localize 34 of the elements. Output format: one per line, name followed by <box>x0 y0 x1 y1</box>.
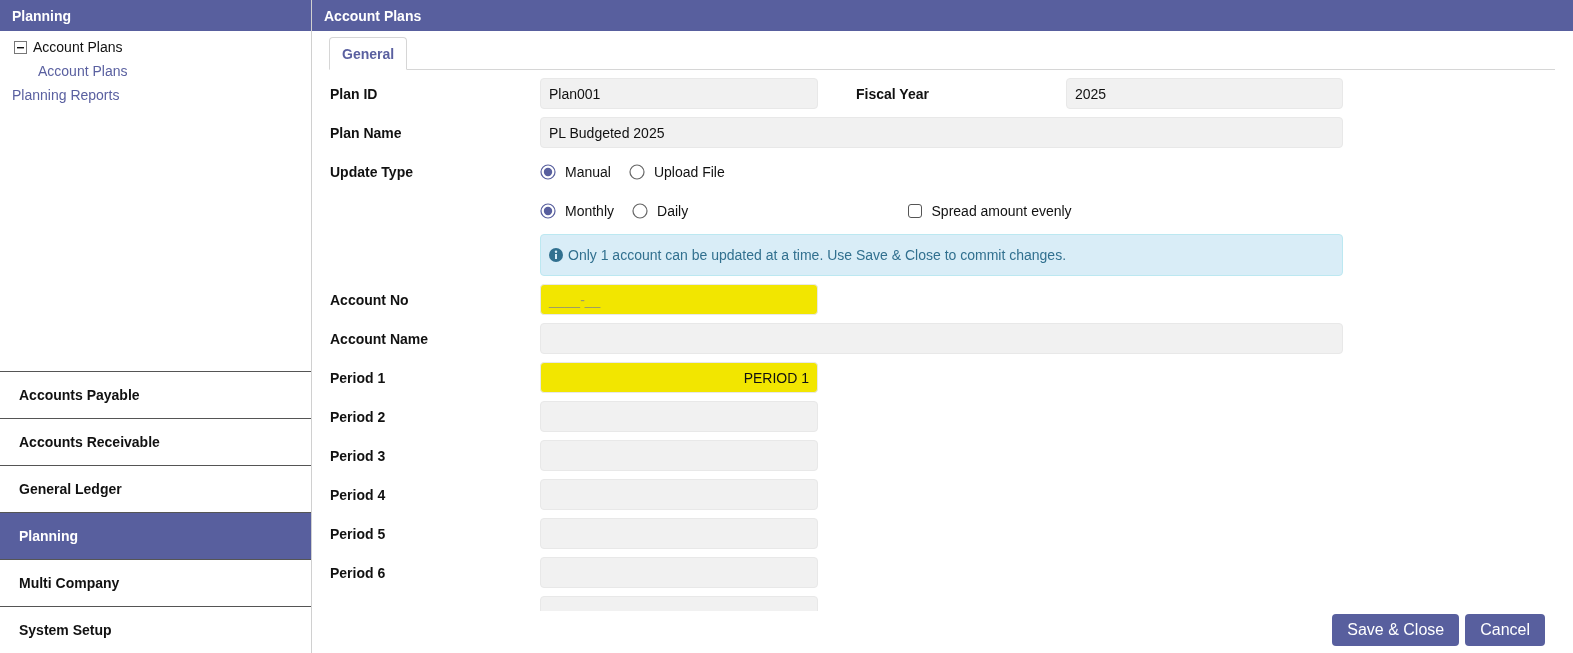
cancel-button[interactable]: Cancel <box>1465 614 1545 646</box>
sidebar-title: Planning <box>0 0 311 31</box>
tree-item[interactable]: Account Plans <box>33 39 123 55</box>
field-label: Plan Name <box>330 124 403 141</box>
save-close-button[interactable]: Save & Close <box>1332 614 1460 646</box>
field-label: Period 2 <box>330 408 387 425</box>
field-label: Plan ID <box>330 85 379 102</box>
field-label: Fiscal Year <box>856 85 930 102</box>
radio-option[interactable]: Daily <box>632 202 689 219</box>
input-field[interactable]: Plan001 <box>540 78 818 109</box>
checkbox-option[interactable]: Spread amount evenly <box>907 202 1072 219</box>
input-field[interactable]: 2025 <box>1066 78 1343 109</box>
info-icon <box>549 248 563 262</box>
field-label: Account No <box>330 291 410 308</box>
tree-item[interactable]: Planning Reports <box>12 87 120 103</box>
field-label: Period 1 <box>330 369 387 386</box>
radio-option[interactable]: Monthly <box>540 202 615 219</box>
radio-option[interactable]: Upload File <box>628 163 725 180</box>
input-field[interactable]: PL Budgeted 2025 <box>540 117 1343 148</box>
input-field[interactable]: PERIOD 1 <box>540 362 818 393</box>
field-label: Period 4 <box>330 486 387 503</box>
field-label: Period 5 <box>330 525 387 542</box>
tree-item[interactable]: Account Plans <box>38 63 128 79</box>
field-label: Period 3 <box>330 447 387 464</box>
radio-option[interactable]: Manual <box>540 163 611 180</box>
collapse-icon[interactable] <box>14 40 27 54</box>
tab[interactable]: General <box>329 37 408 70</box>
field-label: Period 6 <box>330 564 387 581</box>
module-item[interactable]: Planning <box>0 512 311 559</box>
page-title: Account Plans <box>312 0 1573 31</box>
info-message: Only 1 account can be updated at a time. Use Save & Close to commit changes. <box>568 247 1067 263</box>
field-label: Account Name <box>330 330 430 347</box>
checkbox[interactable] <box>907 203 922 218</box>
field-label: Update Type <box>330 163 414 180</box>
